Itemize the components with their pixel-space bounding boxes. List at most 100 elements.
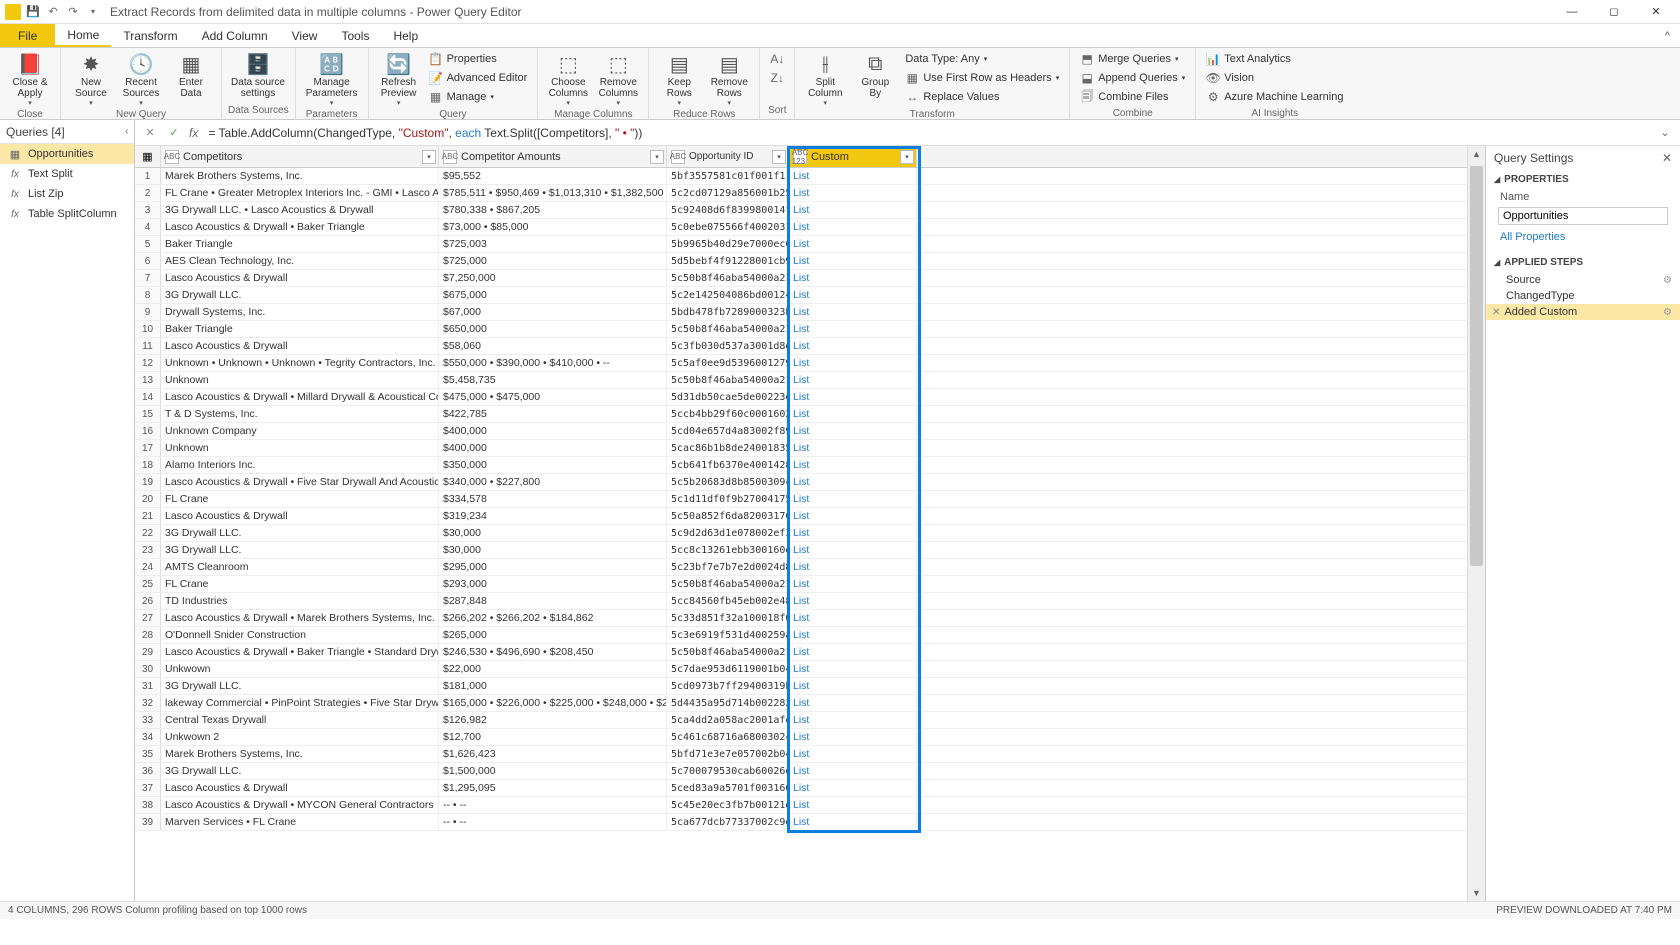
sort-desc-button[interactable]: Z↓ [766,69,788,87]
table-row[interactable]: 27Lasco Acoustics & Drywall • Marek Brot… [135,610,1467,627]
type-icon[interactable]: ABC [443,150,457,164]
list-link-cell[interactable]: List [789,525,917,541]
list-link-cell[interactable]: List [789,287,917,303]
queries-header[interactable]: Queries [4] › [0,120,134,144]
undo-icon[interactable]: ↶ [44,3,62,21]
delete-step-icon[interactable]: ✕ [1492,307,1500,318]
list-link-cell[interactable]: List [789,559,917,575]
tab-transform[interactable]: Transform [111,24,189,47]
replace-values-button[interactable]: ↔Replace Values [901,88,1063,106]
list-link-cell[interactable]: List [789,440,917,456]
keep-rows-button[interactable]: ▤Keep Rows▾ [655,50,703,107]
filter-icon[interactable]: ▾ [772,150,786,164]
table-row[interactable]: 16Unknown Company$400,0005cd04e657d4a830… [135,423,1467,440]
query-item-table-splitcolumn[interactable]: fxTable SplitColumn [0,204,134,224]
tab-help[interactable]: Help [381,24,430,47]
list-link-cell[interactable]: List [789,695,917,711]
sort-asc-button[interactable]: A↓ [766,50,788,68]
append-queries-button[interactable]: ⬓Append Queries ▾ [1076,69,1189,87]
list-link-cell[interactable]: List [789,372,917,388]
table-row[interactable]: 83G Drywall LLC.$675,0005c2e142504086bd0… [135,287,1467,304]
table-row[interactable]: 15T & D Systems, Inc.$422,7855ccb4bb29f6… [135,406,1467,423]
table-row[interactable]: 26TD Industries$287,8485cc84560fb45eb002… [135,593,1467,610]
list-link-cell[interactable]: List [789,508,917,524]
formula-input[interactable]: = Table.AddColumn(ChangedType, "Custom",… [204,124,1650,142]
table-row[interactable]: 6AES Clean Technology, Inc.$725,0005d5be… [135,253,1467,270]
gear-icon[interactable]: ⚙ [1663,307,1672,318]
applied-step-added-custom[interactable]: ✕Added Custom⚙ [1486,304,1680,320]
list-link-cell[interactable]: List [789,814,917,830]
remove-columns-button[interactable]: ⬚Remove Columns▾ [594,50,642,107]
close-settings-icon[interactable]: ✕ [1662,151,1672,165]
list-link-cell[interactable]: List [789,185,917,201]
maximize-button[interactable]: ◻ [1594,1,1634,23]
table-row[interactable]: 9Drywall Systems, Inc.$67,0005bdb478fb72… [135,304,1467,321]
list-link-cell[interactable]: List [789,423,917,439]
list-link-cell[interactable]: List [789,576,917,592]
recent-sources-button[interactable]: 🕓Recent Sources▾ [117,50,165,107]
table-row[interactable]: 5Baker Triangle$725,0035b9965b40d29e7000… [135,236,1467,253]
filter-icon[interactable]: ▾ [422,150,436,164]
list-link-cell[interactable]: List [789,712,917,728]
list-link-cell[interactable]: List [789,253,917,269]
query-item-opportunities[interactable]: ▦Opportunities [0,144,134,164]
gear-icon[interactable]: ⚙ [1663,275,1672,286]
query-name-input[interactable] [1498,207,1668,225]
cancel-formula-icon[interactable]: ✕ [141,124,159,142]
applied-step-source[interactable]: Source⚙ [1486,272,1680,288]
list-link-cell[interactable]: List [789,457,917,473]
save-icon[interactable]: 💾 [24,3,42,21]
tab-add-column[interactable]: Add Column [190,24,280,47]
minimize-button[interactable]: — [1552,1,1592,23]
table-row[interactable]: 18Alamo Interiors Inc.$350,0005cb641fb63… [135,457,1467,474]
list-link-cell[interactable]: List [789,678,917,694]
list-link-cell[interactable]: List [789,729,917,745]
list-link-cell[interactable]: List [789,610,917,626]
close-apply-button[interactable]: 📕 Close & Apply ▾ [6,50,54,107]
vertical-scrollbar[interactable]: ▲ ▼ [1467,146,1485,901]
table-row[interactable]: 4Lasco Acoustics & Drywall • Baker Trian… [135,219,1467,236]
table-row[interactable]: 21Lasco Acoustics & Drywall$319,2345c50a… [135,508,1467,525]
table-row[interactable]: 17Unknown$400,0005cac86b1b8de24001835c3b… [135,440,1467,457]
list-link-cell[interactable]: List [789,746,917,762]
table-row[interactable]: 29Lasco Acoustics & Drywall • Baker Tria… [135,644,1467,661]
list-link-cell[interactable]: List [789,644,917,660]
collapse-ribbon-icon[interactable]: ^ [1655,24,1680,47]
list-link-cell[interactable]: List [789,491,917,507]
column-header-custom[interactable]: ABC 123Custom▾ [789,146,917,167]
list-link-cell[interactable]: List [789,389,917,405]
filter-icon[interactable]: ▾ [650,150,664,164]
table-row[interactable]: 233G Drywall LLC.$30,0005cc8c13261ebb300… [135,542,1467,559]
type-icon[interactable]: ABC [165,150,179,164]
vision-button[interactable]: 👁Vision [1202,69,1347,87]
list-link-cell[interactable]: List [789,406,917,422]
table-row[interactable]: 33G Drywall LLC. • Lasco Acoustics & Dry… [135,202,1467,219]
close-button[interactable]: ✕ [1636,1,1676,23]
table-row[interactable]: 33Central Texas Drywall$126,9825ca4dd2a0… [135,712,1467,729]
table-row[interactable]: 13Unknown$5,458,7355c50b8f46aba54000a21b… [135,372,1467,389]
all-properties-link[interactable]: All Properties [1486,229,1680,245]
list-link-cell[interactable]: List [789,763,917,779]
tab-view[interactable]: View [280,24,330,47]
table-row[interactable]: 38Lasco Acoustics & Drywall • MYCON Gene… [135,797,1467,814]
table-row[interactable]: 25FL Crane$293,0005c50b8f46aba54000a21bd… [135,576,1467,593]
group-by-button[interactable]: ⧉Group By [851,50,899,99]
list-link-cell[interactable]: List [789,202,917,218]
properties-section-header[interactable]: ◢PROPERTIES [1486,170,1680,189]
tab-file[interactable]: File [0,24,55,47]
table-row[interactable]: 34Unkwown 2$12,7005c461c68716a6800302c93… [135,729,1467,746]
data-type-button[interactable]: Data Type: Any ▾ [901,50,1063,68]
list-link-cell[interactable]: List [789,338,917,354]
table-row[interactable]: 24AMTS Cleanroom$295,0005c23bf7e7b7e2d00… [135,559,1467,576]
list-link-cell[interactable]: List [789,304,917,320]
list-link-cell[interactable]: List [789,627,917,643]
list-link-cell[interactable]: List [789,661,917,677]
scroll-up-icon[interactable]: ▲ [1468,146,1485,162]
list-link-cell[interactable]: List [789,168,917,184]
split-column-button[interactable]: ⫲Split Column▾ [801,50,849,107]
redo-icon[interactable]: ↷ [64,3,82,21]
column-header-competitors[interactable]: ABCCompetitors▾ [161,146,439,167]
list-link-cell[interactable]: List [789,219,917,235]
properties-button[interactable]: 📋Properties [425,50,532,68]
text-analytics-button[interactable]: 📊Text Analytics [1202,50,1347,68]
